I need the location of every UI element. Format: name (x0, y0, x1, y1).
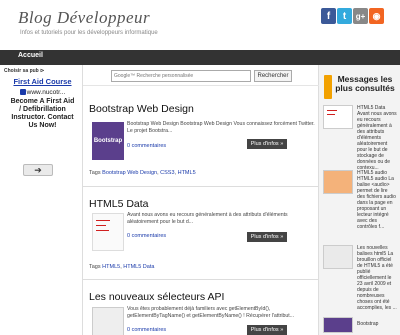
ad-info-icon (19, 89, 26, 96)
popular-post-thumbnail[interactable] (323, 170, 353, 194)
divider (83, 85, 320, 86)
post-title[interactable]: HTML5 Data (89, 198, 149, 210)
ad-url-text: www.nucotr... (26, 89, 66, 96)
read-more-button[interactable]: Plus d'infos » (247, 325, 287, 335)
tags-label: Tags (89, 170, 101, 176)
divider (83, 279, 320, 280)
tag-link[interactable]: HTML5 (102, 264, 120, 270)
thumb-line (96, 230, 109, 231)
popular-post-text: HTML5 audio HTML5 audio La balise <audio… (357, 170, 396, 230)
read-more-button[interactable]: Plus d'infos » (247, 139, 287, 149)
post-tags: Tags HTML5, HTML5 Data (89, 264, 155, 270)
choose-ad-label[interactable]: Choisir sa pub ⊳ (4, 68, 44, 74)
nav-home-link[interactable]: Accueil (18, 52, 43, 59)
post-comments-link[interactable]: 0 commentaires (127, 233, 166, 239)
social-links: f t g+ ◉ (321, 8, 384, 24)
search-input[interactable] (111, 70, 251, 82)
thumb-line (327, 114, 335, 115)
left-sidebar: Choisir sa pub ⊳ First Aid Course www.nu… (0, 65, 82, 335)
google-plus-icon[interactable]: g+ (353, 8, 368, 24)
tag-link[interactable]: HTML5 (178, 170, 196, 176)
thumb-line (96, 220, 110, 221)
nav-bar: Accueil (0, 50, 400, 65)
right-sidebar: Messages les plus consultés HTML5 Data A… (319, 65, 400, 335)
popular-posts-title: Messages les plus consultés (335, 74, 395, 93)
read-more-button[interactable]: Plus d'infos » (247, 232, 287, 242)
popular-posts-header: Messages les plus consultés (319, 65, 400, 103)
popular-post-thumbnail[interactable] (323, 317, 353, 333)
rss-icon[interactable]: ◉ (369, 8, 384, 24)
post-tags: Tags Bootstrap Web Design, CSS3, HTML5 (89, 170, 196, 176)
search-button[interactable]: Rechercher (254, 70, 292, 82)
site-header: Blog Développeur Infos et tutoriels pour… (0, 0, 400, 50)
popular-posts-icon (324, 75, 332, 99)
tags-label: Tags (89, 264, 101, 270)
ad-url[interactable]: www.nucotr... (10, 89, 75, 96)
post-title[interactable]: Les nouveaux sélecteurs API (89, 291, 224, 303)
twitter-icon[interactable]: t (337, 8, 352, 24)
post-excerpt: Bootstrap Web Design Bootstrap Web Desig… (127, 121, 315, 134)
ad-arrow-button[interactable]: ➔ (23, 164, 53, 176)
popular-post-thumbnail[interactable] (323, 245, 353, 269)
ad-description: Become A First Aid / Defibrillation Inst… (10, 98, 75, 129)
post-comments-link[interactable]: 0 commentaires (127, 327, 166, 333)
search-form: Rechercher (111, 70, 292, 82)
main-content: Rechercher Bootstrap Web Design Bootstra… (82, 65, 320, 335)
popular-post-text: HTML5 Data Avant nous avons eu recours g… (357, 105, 397, 171)
tag-link[interactable]: CSS3 (160, 170, 174, 176)
ad-block[interactable]: First Aid Course www.nucotr... Become A … (10, 77, 75, 130)
facebook-icon[interactable]: f (321, 8, 336, 24)
post-thumbnail[interactable] (92, 307, 124, 335)
tag-link[interactable]: Bootstrap Web Design (102, 170, 157, 176)
popular-post-thumbnail[interactable] (323, 105, 353, 129)
tag-link[interactable]: HTML5 Data (123, 264, 154, 270)
popular-post-text: Les nouvelles balises html5 La brouillon… (357, 245, 397, 311)
thumb-line (96, 225, 106, 226)
post-excerpt: Vous êtes probablement déjà familiers av… (127, 306, 295, 319)
post-comments-link[interactable]: 0 commentaires (127, 143, 166, 149)
post-thumbnail[interactable] (92, 213, 124, 251)
divider (83, 186, 320, 187)
post-excerpt: Avant nous avons eu recours généralement… (127, 212, 288, 225)
post-title[interactable]: Bootstrap Web Design (89, 103, 194, 115)
popular-post-text: Bootstrap (357, 321, 379, 327)
blog-title[interactable]: Blog Développeur (18, 8, 150, 28)
thumb-line (327, 110, 337, 111)
blog-tagline: Infos et tutoriels pour les développeurs… (20, 30, 158, 36)
post-thumbnail[interactable]: Bootstrap (92, 122, 124, 160)
ad-title-link[interactable]: First Aid Course (10, 77, 75, 86)
